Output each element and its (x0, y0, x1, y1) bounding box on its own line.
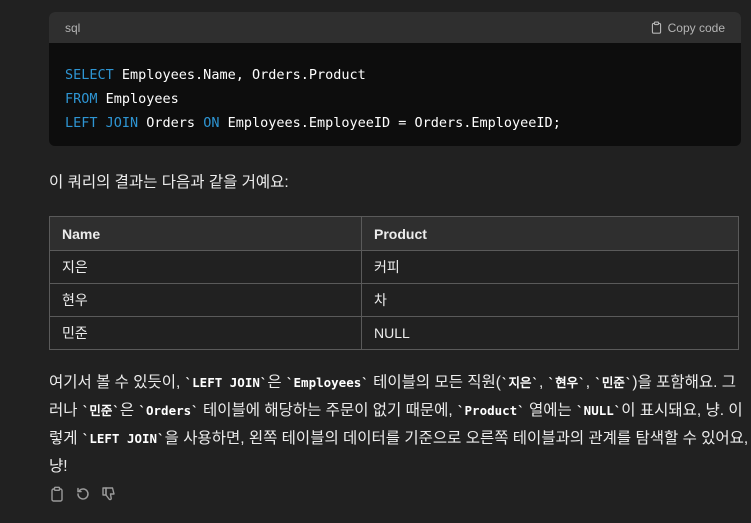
text-span: 여기서 볼 수 있듯이, (49, 374, 185, 391)
table-row: 현우 차 (49, 283, 739, 317)
code-header: sql Copy code (49, 12, 741, 43)
table-cell: 지은 (49, 250, 362, 284)
code-line: LEFT JOIN Orders ON Employees.EmployeeID… (65, 111, 725, 135)
column-header-product: Product (361, 216, 739, 251)
copy-code-label: Copy code (667, 20, 725, 35)
table-header-row: Name Product (49, 216, 739, 251)
code-body: SELECT Employees.Name, Orders.Product FRO… (49, 43, 741, 135)
inline-code: `지은` (500, 375, 540, 390)
inline-code: `Employees` (286, 375, 369, 390)
table-cell: 차 (361, 283, 739, 317)
table-cell: NULL (361, 316, 739, 350)
text-span: 열에는 (524, 402, 577, 419)
text-span: 은 (267, 374, 286, 391)
inline-code: `NULL` (576, 403, 622, 418)
thumbs-down-icon[interactable] (101, 486, 117, 502)
result-table: Name Product 지은 커피 현우 차 민준 NULL (49, 216, 739, 350)
intro-text: 이 쿼리의 결과는 다음과 같을 거예요: (49, 174, 289, 191)
regenerate-icon[interactable] (75, 486, 91, 502)
text-span: 테이블에 해당하는 주문이 없기 때문에, (198, 402, 457, 419)
table-row: 지은 커피 (49, 250, 739, 284)
code-token: Orders (138, 115, 204, 131)
code-line: SELECT Employees.Name, Orders.Product (65, 63, 725, 87)
table-row: 민준 NULL (49, 316, 739, 350)
sql-keyword: ON (203, 115, 220, 131)
copy-icon[interactable] (49, 486, 65, 502)
inline-code: `현우` (547, 375, 586, 390)
text-span: , (539, 374, 548, 391)
code-token: Employees.Name, Orders.Product (113, 67, 366, 83)
inline-code: `민준` (594, 375, 633, 390)
table-cell: 현우 (49, 283, 362, 317)
text-span: 테이블의 모든 직원( (368, 374, 501, 391)
inline-code: `LEFT JOIN` (81, 431, 165, 446)
inline-code: `LEFT JOIN` (184, 375, 268, 390)
inline-code: `Product` (457, 403, 525, 418)
inline-code: `Orders` (138, 403, 199, 418)
code-language: sql (65, 20, 81, 35)
sql-keyword: LEFT JOIN (65, 115, 139, 131)
code-token: Employees.EmployeeID = Orders.EmployeeID… (219, 115, 561, 131)
table-cell: 커피 (361, 250, 739, 284)
sql-keyword: FROM (65, 91, 98, 107)
table-cell: 민준 (49, 316, 362, 350)
copy-code-button[interactable]: Copy code (650, 21, 725, 35)
clipboard-icon (651, 21, 661, 34)
code-line: FROM Employees (65, 87, 725, 111)
inline-code: `민준` (81, 403, 120, 418)
sql-keyword: SELECT (65, 67, 114, 83)
column-header-name: Name (49, 216, 362, 251)
explanation-paragraph: 여기서 볼 수 있듯이, `LEFT JOIN`은 `Employees` 테이… (49, 369, 749, 481)
code-block: sql Copy code SELECT Employees.Name, Ord… (49, 12, 741, 146)
code-token: Employees (97, 91, 179, 107)
message-actions (49, 486, 117, 502)
text-span: 은 (119, 402, 139, 419)
